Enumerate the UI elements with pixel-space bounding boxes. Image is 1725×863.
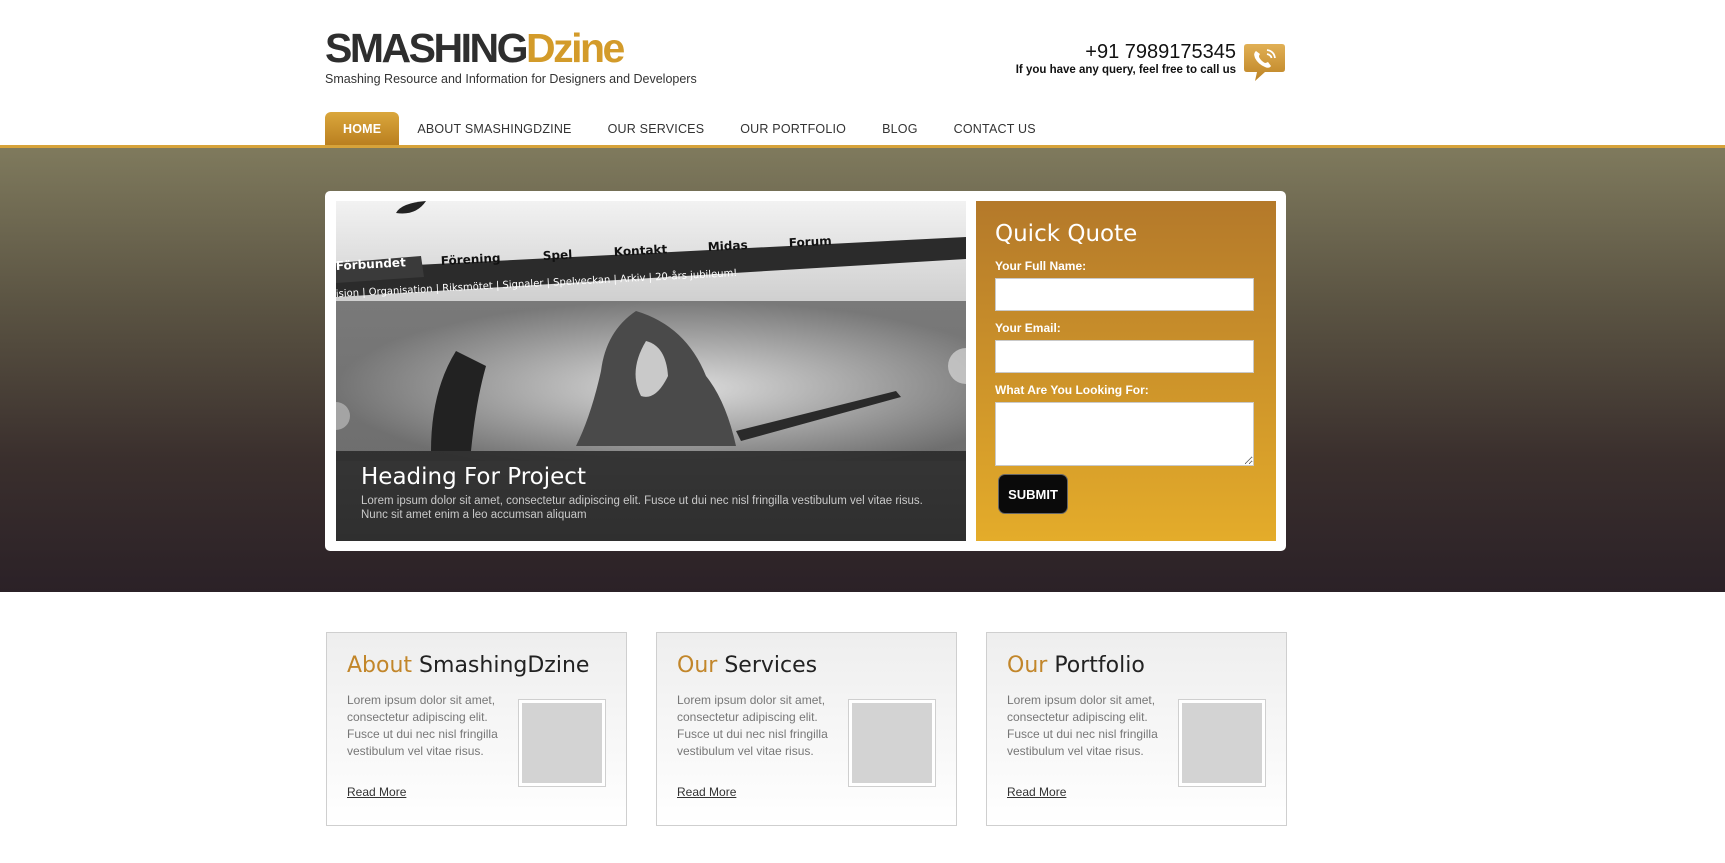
nav-item-home[interactable]: HOME: [325, 112, 400, 146]
feature-title-accent: About: [347, 653, 413, 678]
logo-part-1: SMASHING: [325, 25, 528, 71]
quick-quote-title: Quick Quote: [995, 221, 1138, 247]
hero-box: Förbundet Förening Spel Kontakt Midas Fo…: [325, 191, 1286, 551]
submit-button[interactable]: SUBMIT: [998, 474, 1068, 514]
feature-title-main: Portfolio: [1054, 653, 1145, 678]
slide-tab-label: Midas: [707, 238, 748, 254]
nav-item-portfolio[interactable]: OUR PORTFOLIO: [722, 112, 864, 146]
read-more-link[interactable]: Read More: [677, 785, 736, 799]
phone-block: +91 7989175345 If you have any query, fe…: [1016, 40, 1236, 76]
feature-title-accent: Our: [1007, 653, 1048, 678]
quick-quote-form: Quick Quote Your Full Name: Your Email: …: [976, 201, 1276, 541]
read-more-link[interactable]: Read More: [347, 785, 406, 799]
slide-tab-label: Kontakt: [613, 242, 667, 259]
looking-for-textarea[interactable]: [995, 402, 1254, 466]
phone-note: If you have any query, feel free to call…: [1015, 64, 1236, 76]
full-name-input[interactable]: [995, 278, 1254, 311]
feature-title: Our Services: [677, 653, 936, 678]
slide-caption-title: Heading For Project: [361, 464, 586, 490]
feature-thumbnail: [1178, 699, 1266, 787]
full-name-label: Your Full Name:: [995, 259, 1087, 273]
logo[interactable]: SMASHINGDzine Smashing Resource and Info…: [325, 26, 697, 86]
slide-caption: Heading For Project Lorem ipsum dolor si…: [336, 451, 966, 541]
phone-chat-icon: [1244, 44, 1285, 81]
slide-tab-label: Forum: [788, 234, 832, 250]
feature-thumbnail: [848, 699, 936, 787]
main-nav: HOME ABOUT SMASHINGDZINE OUR SERVICES OU…: [325, 112, 1054, 146]
nav-item-contact[interactable]: CONTACT US: [936, 112, 1054, 146]
looking-for-label: What Are You Looking For:: [995, 383, 1149, 397]
feature-title-main: Services: [724, 653, 818, 678]
feature-box-about: About SmashingDzine Lorem ipsum dolor si…: [326, 632, 627, 826]
feature-title-accent: Our: [677, 653, 718, 678]
read-more-link[interactable]: Read More: [1007, 785, 1066, 799]
email-input[interactable]: [995, 340, 1254, 373]
hero-section: Förbundet Förening Spel Kontakt Midas Fo…: [0, 148, 1725, 592]
phone-number[interactable]: +91 7989175345: [1016, 40, 1236, 64]
feature-thumbnail: [518, 699, 606, 787]
feature-box-portfolio: Our Portfolio Lorem ipsum dolor sit amet…: [986, 632, 1287, 826]
nav-item-blog[interactable]: BLOG: [864, 112, 936, 146]
slide-caption-text: Lorem ipsum dolor sit amet, consectetur …: [361, 495, 923, 521]
feature-text: Lorem ipsum dolor sit amet, consectetur …: [677, 693, 828, 758]
feature-text: Lorem ipsum dolor sit amet, consectetur …: [1007, 693, 1158, 758]
feature-box-services: Our Services Lorem ipsum dolor sit amet,…: [656, 632, 957, 826]
nav-item-about[interactable]: ABOUT SMASHINGDZINE: [399, 112, 589, 146]
tagline: Smashing Resource and Information for De…: [325, 72, 697, 86]
feature-title-main: SmashingDzine: [419, 653, 590, 678]
logo-part-2: Dzine: [525, 25, 625, 71]
logo-title: SMASHINGDzine: [325, 26, 697, 70]
feature-title: About SmashingDzine: [347, 653, 606, 678]
page: SMASHINGDzine Smashing Resource and Info…: [0, 0, 1725, 863]
feature-title: Our Portfolio: [1007, 653, 1266, 678]
slide-tab-label: Spel: [542, 247, 572, 263]
feature-text: Lorem ipsum dolor sit amet, consectetur …: [347, 693, 498, 758]
nav-item-services[interactable]: OUR SERVICES: [590, 112, 723, 146]
image-slider[interactable]: Förbundet Förening Spel Kontakt Midas Fo…: [336, 201, 966, 541]
email-label: Your Email:: [995, 321, 1061, 335]
